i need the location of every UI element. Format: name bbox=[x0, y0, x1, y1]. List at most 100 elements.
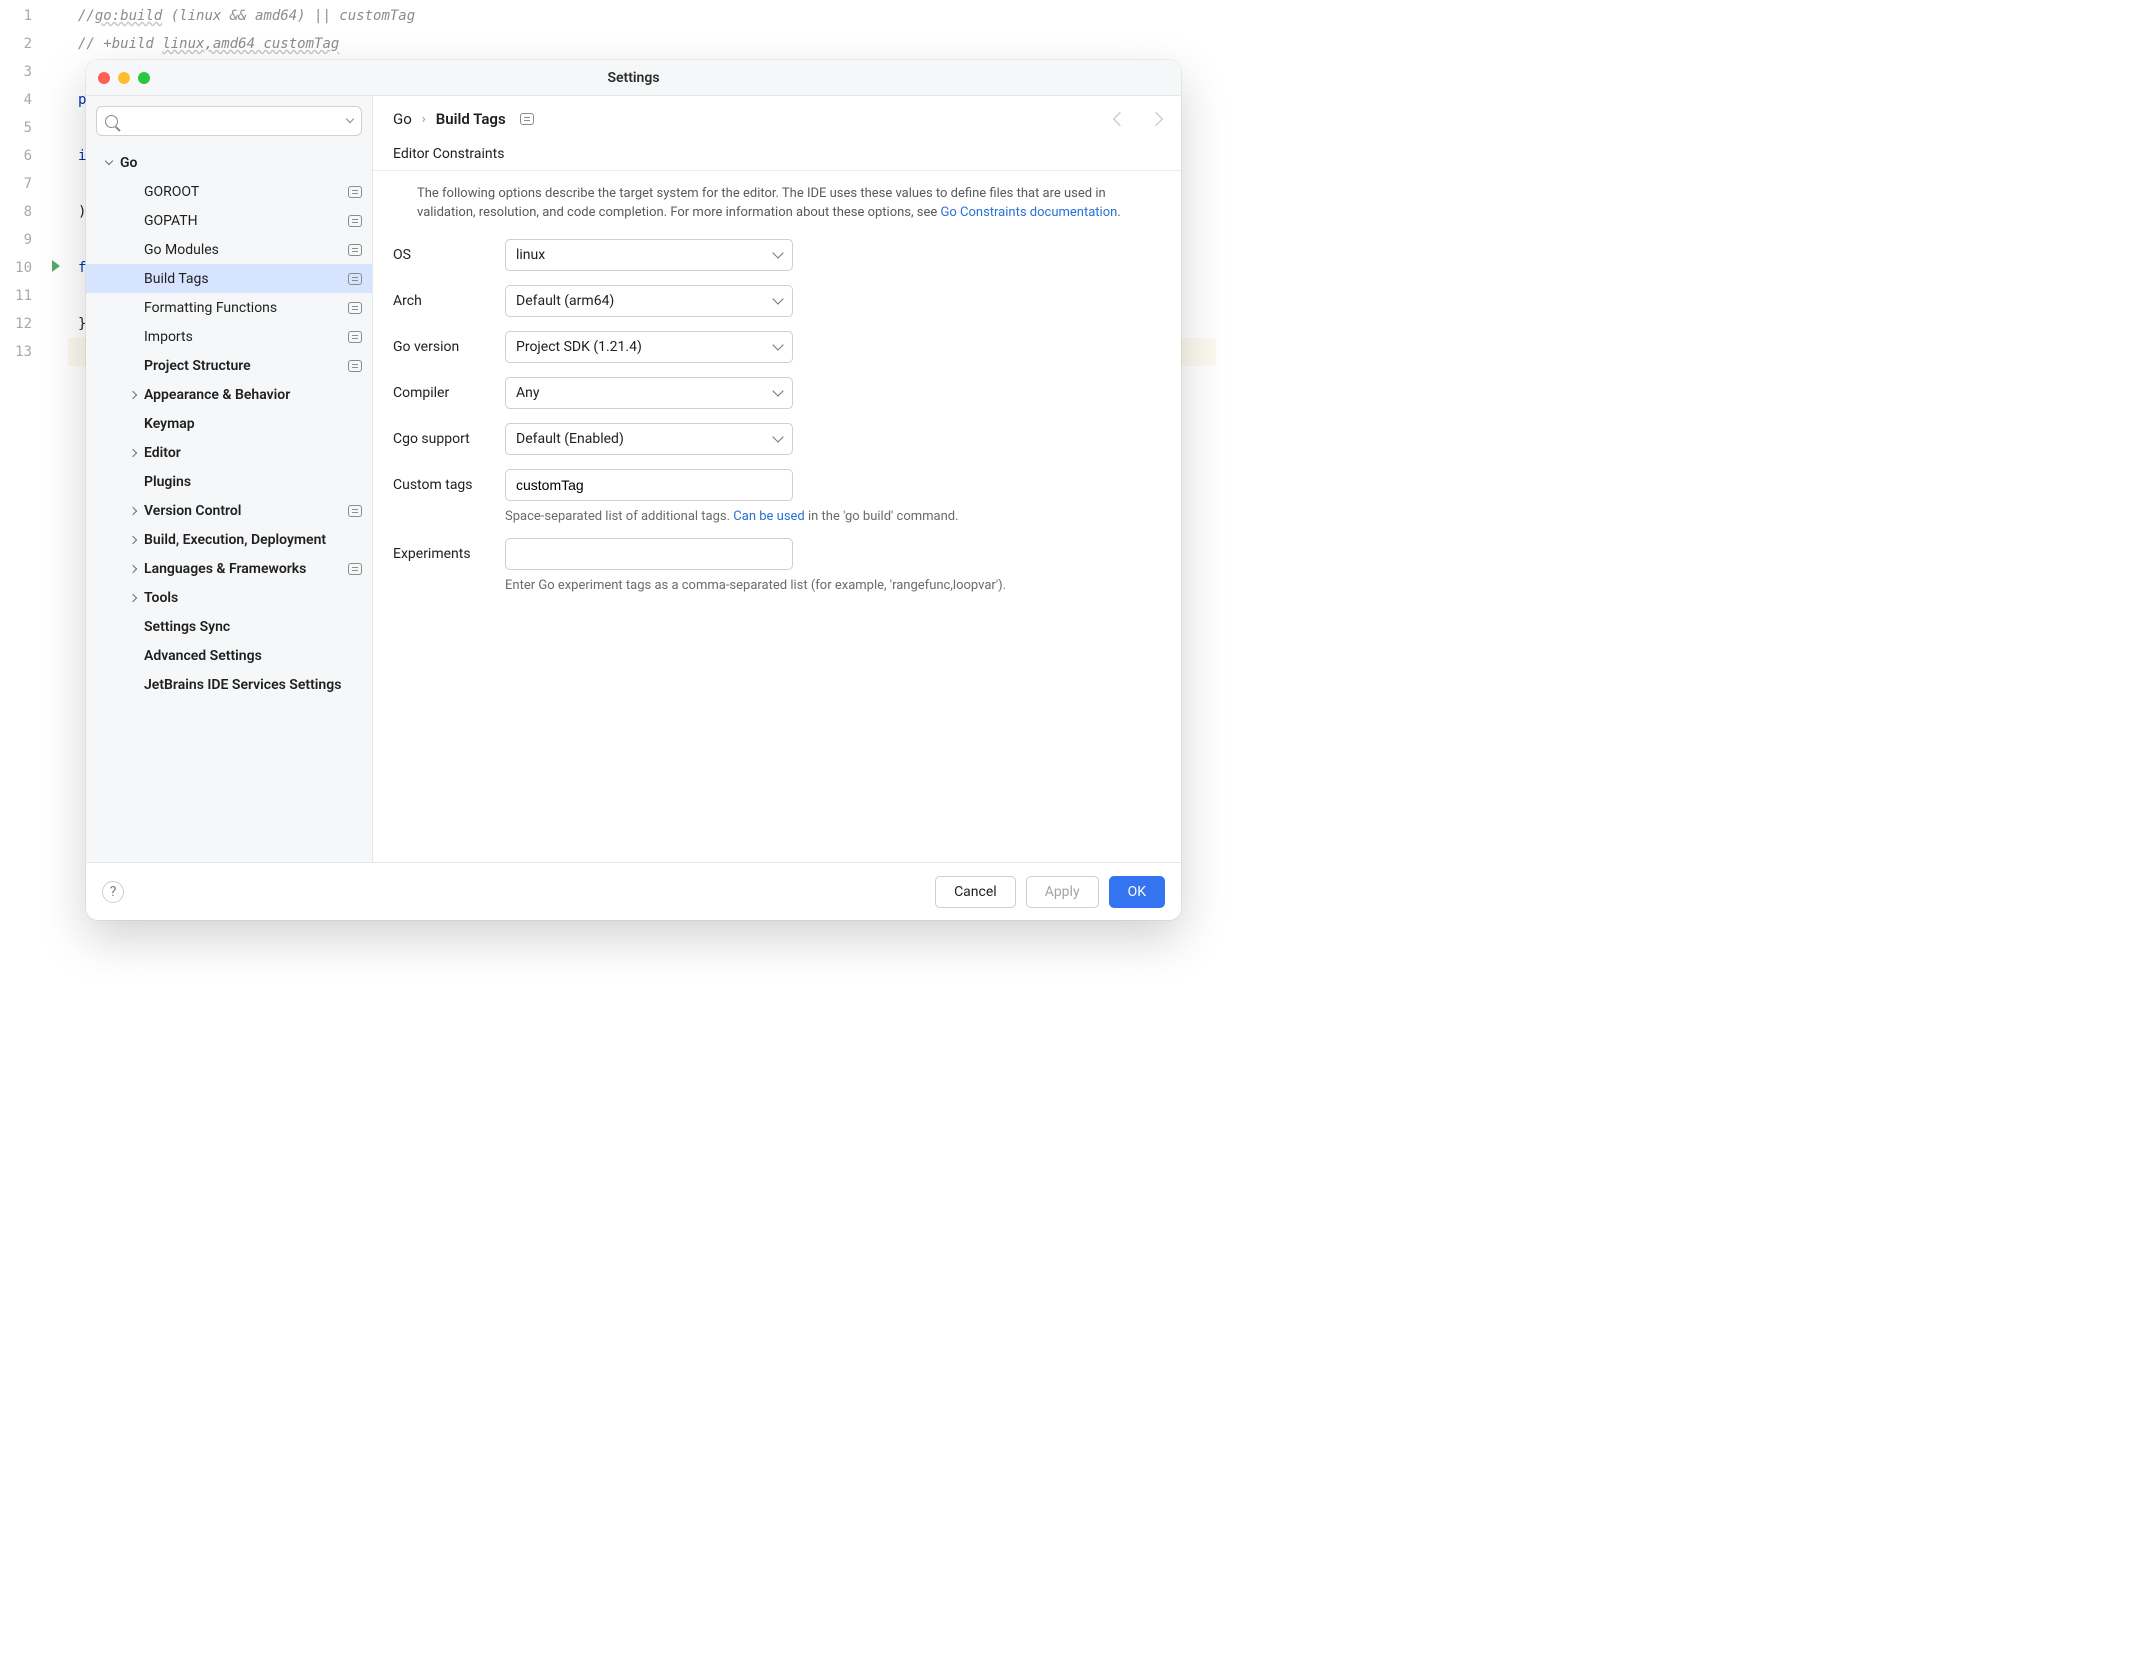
project-scope-icon bbox=[348, 302, 362, 314]
tree-item[interactable]: Go bbox=[86, 148, 372, 177]
project-scope-icon bbox=[348, 505, 362, 517]
tree-item[interactable]: Build Tags bbox=[86, 264, 372, 293]
tree-item[interactable]: Tools bbox=[86, 583, 372, 612]
project-scope-icon bbox=[348, 273, 362, 285]
chevron-down-icon bbox=[772, 431, 783, 442]
project-scope-icon bbox=[348, 244, 362, 256]
custom-tags-hint: Space-separated list of additional tags.… bbox=[505, 509, 1105, 524]
tree-item-label: Languages & Frameworks bbox=[144, 561, 348, 577]
compiler-select[interactable]: Any bbox=[505, 377, 793, 409]
tree-item-label: Advanced Settings bbox=[144, 648, 362, 664]
tree-item[interactable]: Settings Sync bbox=[86, 612, 372, 641]
chevron-down-icon bbox=[772, 339, 783, 350]
tree-item[interactable]: Appearance & Behavior bbox=[86, 380, 372, 409]
go-version-label: Go version bbox=[393, 339, 505, 355]
tree-item-label: Appearance & Behavior bbox=[144, 387, 362, 403]
os-select[interactable]: linux bbox=[505, 239, 793, 271]
chevron-down-icon bbox=[772, 247, 783, 258]
nav-back-icon[interactable] bbox=[1113, 112, 1127, 126]
tree-item[interactable]: Version Control bbox=[86, 496, 372, 525]
tree-item-label: Editor bbox=[144, 445, 362, 461]
settings-content: Go › Build Tags Editor Constraints The f… bbox=[373, 96, 1181, 862]
search-history-icon[interactable] bbox=[346, 115, 354, 123]
apply-button[interactable]: Apply bbox=[1026, 876, 1099, 908]
custom-tags-input[interactable] bbox=[516, 477, 782, 493]
nav-forward-icon[interactable] bbox=[1149, 112, 1163, 126]
tree-item-label: Project Structure bbox=[144, 358, 348, 374]
tree-item-label: Go Modules bbox=[144, 242, 348, 258]
dialog-title: Settings bbox=[86, 70, 1181, 86]
help-button[interactable]: ? bbox=[102, 881, 124, 903]
tree-item-label: Tools bbox=[144, 590, 362, 606]
breadcrumb-leaf: Build Tags bbox=[436, 110, 506, 128]
run-gutter-icon[interactable] bbox=[52, 260, 60, 272]
settings-dialog: Settings Go GOROOT GOPATH Go Modules Build T… bbox=[86, 60, 1181, 920]
tree-item-label: Build Tags bbox=[144, 271, 348, 287]
experiments-input[interactable] bbox=[516, 546, 782, 562]
tree-item[interactable]: Languages & Frameworks bbox=[86, 554, 372, 583]
experiments-input-wrap bbox=[505, 538, 793, 570]
experiments-hint: Enter Go experiment tags as a comma-sepa… bbox=[505, 578, 1105, 593]
breadcrumb-root[interactable]: Go bbox=[393, 110, 412, 128]
arch-label: Arch bbox=[393, 293, 505, 309]
search-icon bbox=[105, 115, 118, 128]
os-label: OS bbox=[393, 247, 505, 263]
tree-item[interactable]: GOPATH bbox=[86, 206, 372, 235]
project-scope-icon bbox=[348, 331, 362, 343]
tree-item[interactable]: Advanced Settings bbox=[86, 641, 372, 670]
tree-item[interactable]: Keymap bbox=[86, 409, 372, 438]
section-description: The following options describe the targe… bbox=[417, 185, 1137, 223]
tree-expander-icon[interactable] bbox=[126, 504, 140, 518]
tree-item-label: Version Control bbox=[144, 503, 348, 519]
chevron-right-icon: › bbox=[422, 112, 426, 127]
tree-item-label: JetBrains IDE Services Settings bbox=[144, 677, 362, 693]
tree-item[interactable]: Editor bbox=[86, 438, 372, 467]
tree-item[interactable]: GOROOT bbox=[86, 177, 372, 206]
tree-expander-icon[interactable] bbox=[102, 156, 116, 170]
project-scope-icon bbox=[348, 563, 362, 575]
tree-item-label: Keymap bbox=[144, 416, 362, 432]
settings-tree[interactable]: Go GOROOT GOPATH Go Modules Build Tags Format… bbox=[86, 146, 372, 862]
settings-sidebar: Go GOROOT GOPATH Go Modules Build Tags Format… bbox=[86, 96, 373, 862]
tree-item-label: GOPATH bbox=[144, 213, 348, 229]
tree-item-label: Plugins bbox=[144, 474, 362, 490]
tree-item-label: Build, Execution, Deployment bbox=[144, 532, 362, 548]
tree-expander-icon[interactable] bbox=[126, 562, 140, 576]
tree-item[interactable]: Plugins bbox=[86, 467, 372, 496]
chevron-down-icon bbox=[772, 385, 783, 396]
compiler-label: Compiler bbox=[393, 385, 505, 401]
cancel-button[interactable]: Cancel bbox=[935, 876, 1016, 908]
tree-item[interactable]: JetBrains IDE Services Settings bbox=[86, 670, 372, 699]
doc-link[interactable]: Go Constraints documentation bbox=[941, 205, 1118, 220]
tree-item-label: Formatting Functions bbox=[144, 300, 348, 316]
hint-link[interactable]: Can be used bbox=[733, 509, 804, 524]
tree-expander-icon[interactable] bbox=[126, 591, 140, 605]
custom-tags-input-wrap bbox=[505, 469, 793, 501]
tree-expander-icon[interactable] bbox=[126, 446, 140, 460]
ok-button[interactable]: OK bbox=[1109, 876, 1165, 908]
editor-gutter: 12345678910111213 bbox=[0, 0, 42, 956]
arch-select[interactable]: Default (arm64) bbox=[505, 285, 793, 317]
go-version-select[interactable]: Project SDK (1.21.4) bbox=[505, 331, 793, 363]
tree-expander-icon[interactable] bbox=[126, 533, 140, 547]
tree-expander-icon[interactable] bbox=[126, 388, 140, 402]
custom-tags-label: Custom tags bbox=[393, 477, 505, 493]
tree-item[interactable]: Imports bbox=[86, 322, 372, 351]
tree-item-label: Settings Sync bbox=[144, 619, 362, 635]
tree-item[interactable]: Go Modules bbox=[86, 235, 372, 264]
tree-item-label: Go bbox=[120, 155, 362, 171]
cgo-select[interactable]: Default (Enabled) bbox=[505, 423, 793, 455]
tree-item[interactable]: Build, Execution, Deployment bbox=[86, 525, 372, 554]
tree-item-label: Imports bbox=[144, 329, 348, 345]
search-input[interactable] bbox=[124, 114, 345, 129]
tree-item[interactable]: Formatting Functions bbox=[86, 293, 372, 322]
project-scope-icon bbox=[348, 360, 362, 372]
cgo-label: Cgo support bbox=[393, 431, 505, 447]
project-scope-icon bbox=[348, 186, 362, 198]
dialog-footer: ? Cancel Apply OK bbox=[86, 862, 1181, 920]
project-scope-icon bbox=[348, 215, 362, 227]
chevron-down-icon bbox=[772, 293, 783, 304]
project-scope-icon bbox=[520, 113, 534, 125]
settings-search[interactable] bbox=[96, 106, 362, 136]
tree-item[interactable]: Project Structure bbox=[86, 351, 372, 380]
